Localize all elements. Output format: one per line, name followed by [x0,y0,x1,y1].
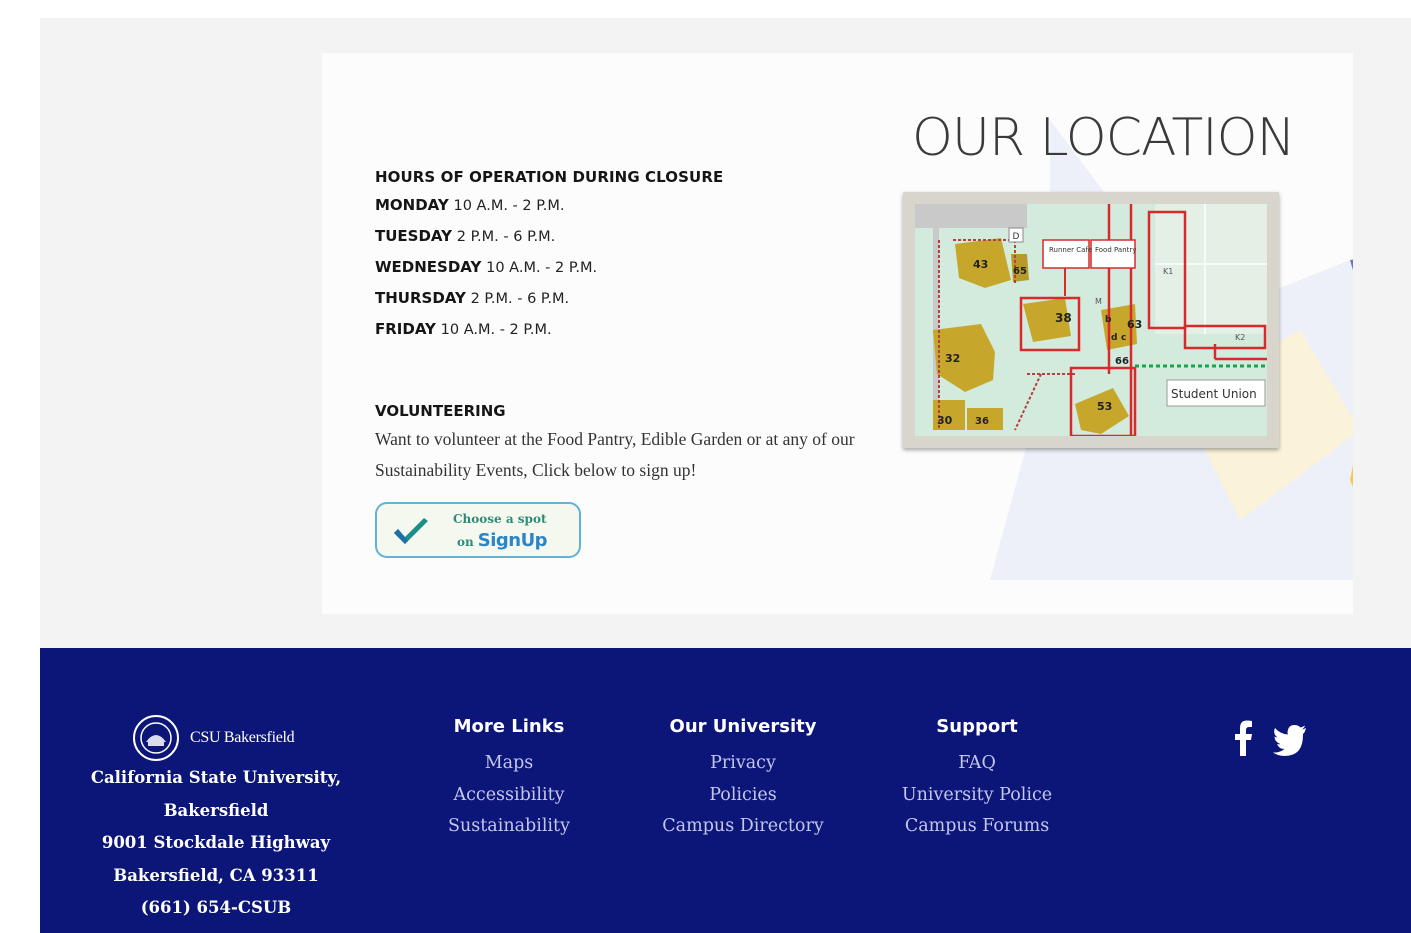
address-line: 9001 Stockdale Highway [101,833,331,852]
footer-address: California State University, Bakersfield… [80,762,352,925]
hours-row-tuesday: TUESDAY 2 P.M. - 6 P.M. [375,221,895,252]
map-label-runner-cafe: Runner Cafe [1049,246,1092,254]
address-line: Bakersfield, CA 93311 [113,865,319,885]
checkmark-icon [394,518,428,544]
facebook-icon[interactable] [1228,718,1260,758]
footer-link-policies[interactable]: Policies [648,780,838,812]
footer-link-privacy[interactable]: Privacy [648,748,838,780]
map-label-food-pantry: Food Pantry [1095,246,1136,254]
footer-brand: CSU Bakersfield [190,729,295,746]
address-phone: (661) 654-CSUB [140,898,292,917]
address-line: Bakersfield [163,800,269,820]
footer-link-accessibility[interactable]: Accessibility [434,780,584,812]
signup-line1: Choose a spot [453,512,547,526]
day-label: FRIDAY [375,320,436,338]
day-time: 2 P.M. - 6 P.M. [456,229,556,245]
location-title: OUR LOCATION [912,108,1295,168]
footer-col-heading: More Links [453,716,565,737]
footer-logo[interactable]: CSU Bakersfield [132,714,295,762]
hours-section: HOURS OF OPERATION DURING CLOSURE MONDAY… [375,168,895,345]
map-building-30: 30 [937,414,953,427]
map-building-65: 65 [1013,266,1027,277]
day-time: 2 P.M. - 6 P.M. [470,291,570,307]
footer-link-campus-forums[interactable]: Campus Forums [886,811,1068,843]
signup-line2: on SignUp [457,530,548,551]
footer-col-heading: Our University [669,716,817,737]
map-building-d: d [1111,333,1117,343]
signup-on: on [457,535,474,549]
footer-col-support: Support FAQ University Police Campus For… [886,714,1068,843]
day-time: 10 A.M. - 2 P.M. [453,198,565,214]
footer-link-campus-directory[interactable]: Campus Directory [648,811,838,843]
footer-col-heading: Support [936,716,1018,737]
day-label: TUESDAY [375,227,452,245]
university-seal-icon [133,715,179,761]
footer-link-sustainability[interactable]: Sustainability [434,811,584,843]
map-building-43: 43 [973,258,988,271]
signup-brand: SignUp [477,530,548,551]
hours-row-wednesday: WEDNESDAY 10 A.M. - 2 P.M. [375,252,895,283]
volunteering-section: VOLUNTEERING Want to volunteer at the Fo… [375,402,895,486]
day-label: MONDAY [375,196,449,214]
map-building-32: 32 [945,352,960,365]
map-lot-d: D [1013,232,1020,242]
map-lot-k2: K2 [1235,333,1245,342]
day-time: 10 A.M. - 2 P.M. [440,322,552,338]
map-building-63: 63 [1127,318,1142,331]
map-label-student-union: Student Union [1171,387,1257,401]
hours-row-thursday: THURSDAY 2 P.M. - 6 P.M. [375,283,895,314]
day-label: WEDNESDAY [375,258,482,276]
map-building-36: 36 [975,416,989,427]
twitter-icon[interactable] [1272,718,1308,758]
volunteering-text: Want to volunteer at the Food Pantry, Ed… [375,429,855,480]
hours-title: HOURS OF OPERATION DURING CLOSURE [375,168,724,186]
day-time: 10 A.M. - 2 P.M. [486,260,598,276]
map-lot-k1: K1 [1163,267,1173,276]
map-building-53: 53 [1097,400,1112,413]
campus-map[interactable]: D Runner Cafe Food Pantry Student Union … [903,192,1279,448]
volunteering-title: VOLUNTEERING [375,402,506,420]
signup-button[interactable]: Choose a spot on SignUp [375,502,581,558]
campus-map-image: D Runner Cafe Food Pantry Student Union … [915,204,1267,436]
footer-link-maps[interactable]: Maps [434,748,584,780]
map-building-c: c [1121,333,1126,343]
footer-link-faq[interactable]: FAQ [886,748,1068,780]
footer-col-our-university: Our University Privacy Policies Campus D… [648,714,838,843]
social-links [1228,718,1308,758]
map-building-38: 38 [1055,311,1072,325]
footer-link-university-police[interactable]: University Police [886,780,1068,812]
map-building-66: 66 [1115,356,1129,367]
map-building-b: b [1105,315,1112,325]
day-label: THURSDAY [375,289,466,307]
map-lot-m: M [1095,297,1102,306]
address-line: California State University, [90,768,342,787]
footer-col-more-links: More Links Maps Accessibility Sustainabi… [434,714,584,843]
hours-row-monday: MONDAY 10 A.M. - 2 P.M. [375,190,895,221]
hours-row-friday: FRIDAY 10 A.M. - 2 P.M. [375,314,895,345]
